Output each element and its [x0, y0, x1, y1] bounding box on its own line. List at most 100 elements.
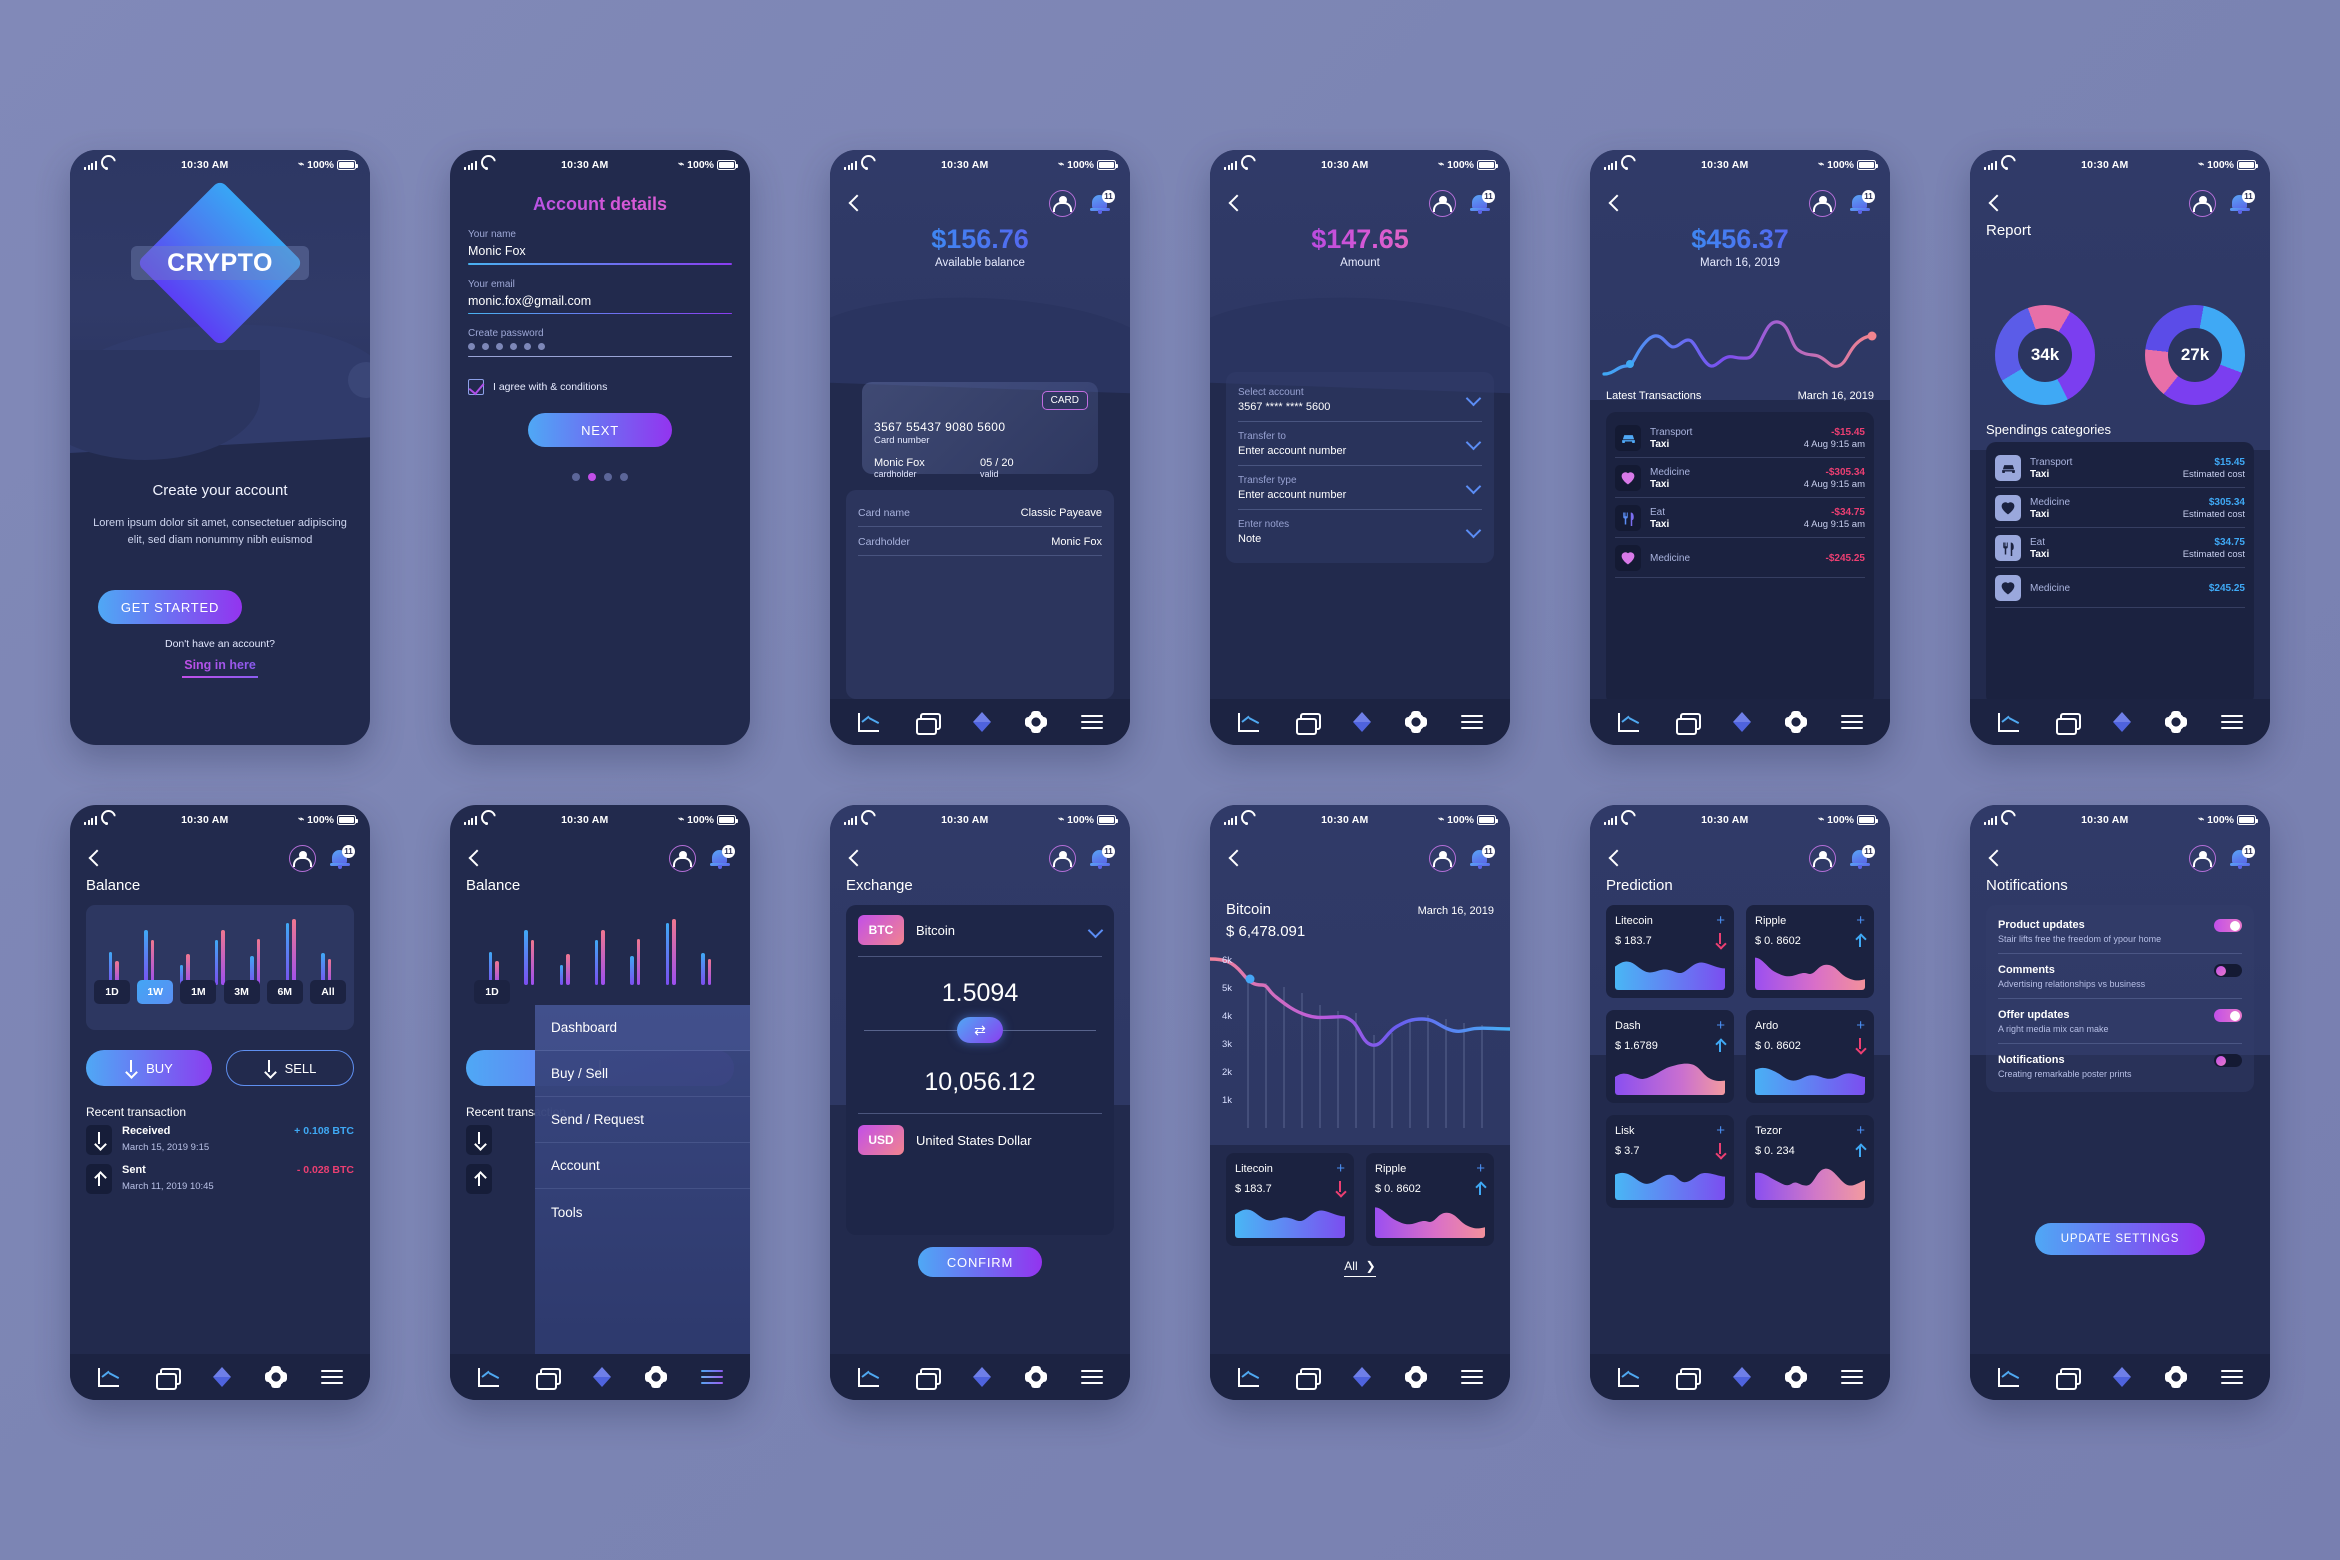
- gear-icon[interactable]: [645, 1366, 667, 1388]
- menu-icon[interactable]: [1841, 1369, 1863, 1385]
- get-started-button[interactable]: GET STARTED: [98, 590, 242, 624]
- avatar[interactable]: [1429, 189, 1456, 217]
- terms-agreement-row[interactable]: I agree with & conditions: [468, 379, 732, 396]
- plus-icon[interactable]: +: [1856, 1123, 1865, 1138]
- cards-icon[interactable]: [1295, 1367, 1321, 1390]
- email-field[interactable]: Your email monic.fox@gmail.com: [468, 279, 732, 315]
- gear-icon[interactable]: [1025, 711, 1047, 733]
- table-row[interactable]: Medicine $245.25: [1995, 568, 2245, 608]
- chart-icon[interactable]: [1237, 712, 1261, 733]
- chart-icon[interactable]: [477, 1367, 501, 1388]
- cards-icon[interactable]: [1295, 712, 1321, 735]
- cards-icon[interactable]: [2055, 1367, 2081, 1390]
- coin-card-ripple[interactable]: Ripple + $ 0. 8602: [1366, 1153, 1494, 1246]
- back-icon[interactable]: [846, 849, 864, 867]
- pager-dot[interactable]: [604, 473, 612, 482]
- menu-icon[interactable]: [1461, 1369, 1483, 1385]
- notifications-bell[interactable]: 11: [1849, 190, 1875, 216]
- transfer-to-field[interactable]: Transfer to Enter account number: [1238, 422, 1482, 466]
- exchange-from-row[interactable]: BTC Bitcoin: [858, 915, 1102, 957]
- cards-icon[interactable]: [915, 1367, 941, 1390]
- onboarding-pager[interactable]: [450, 473, 750, 482]
- ethereum-icon[interactable]: [2113, 711, 2131, 733]
- update-settings-button[interactable]: UPDATE SETTINGS: [2035, 1223, 2205, 1255]
- gear-icon[interactable]: [1785, 1366, 1807, 1388]
- sell-button[interactable]: SELL: [226, 1050, 354, 1086]
- notifications-bell[interactable]: 11: [2229, 845, 2255, 871]
- all-link[interactable]: All ❯: [1344, 1259, 1376, 1277]
- gear-icon[interactable]: [265, 1366, 287, 1388]
- coin-card-lisk[interactable]: Lisk + $ 3.7: [1606, 1115, 1734, 1208]
- table-row[interactable]: Eat $34.75 Taxi Estimated cost: [1995, 528, 2245, 568]
- menu-icon[interactable]: [1461, 714, 1483, 730]
- back-icon[interactable]: [86, 849, 104, 867]
- table-row[interactable]: Transport -$15.45 Taxi 4 Aug 9:15 am: [1615, 418, 1865, 458]
- toggle-offer-updates[interactable]: [2214, 1009, 2242, 1022]
- swap-button[interactable]: ⇄: [957, 1017, 1003, 1043]
- menu-item-tools[interactable]: Tools: [535, 1189, 750, 1235]
- gear-icon[interactable]: [2165, 711, 2187, 733]
- chevron-down-icon[interactable]: [1467, 436, 1480, 449]
- ethereum-icon[interactable]: [2113, 1366, 2131, 1388]
- range-button-6m[interactable]: 6M: [266, 980, 303, 1004]
- avatar[interactable]: [1429, 844, 1456, 872]
- chart-icon[interactable]: [1997, 1367, 2021, 1388]
- gear-icon[interactable]: [1405, 711, 1427, 733]
- plus-icon[interactable]: +: [1336, 1161, 1345, 1176]
- table-row[interactable]: Cardholder Monic Fox: [858, 527, 1102, 556]
- back-icon[interactable]: [1606, 194, 1624, 212]
- chevron-down-icon[interactable]: [1089, 924, 1102, 937]
- plus-icon[interactable]: +: [1476, 1161, 1485, 1176]
- gear-icon[interactable]: [1405, 1366, 1427, 1388]
- chart-icon[interactable]: [97, 1367, 121, 1388]
- table-row[interactable]: Medicine $305.34 Taxi Estimated cost: [1995, 488, 2245, 528]
- menu-item-dashboard[interactable]: Dashboard: [535, 1005, 750, 1051]
- back-icon[interactable]: [1986, 849, 2004, 867]
- ethereum-icon[interactable]: [973, 711, 991, 733]
- back-icon[interactable]: [1226, 849, 1244, 867]
- menu-item-account[interactable]: Account: [535, 1143, 750, 1189]
- pager-dot[interactable]: [620, 473, 628, 482]
- ethereum-icon[interactable]: [1353, 711, 1371, 733]
- ethereum-icon[interactable]: [593, 1366, 611, 1388]
- range-button-1m[interactable]: 1M: [180, 980, 217, 1004]
- exchange-to-amount[interactable]: 10,056.12: [858, 1068, 1102, 1097]
- table-row[interactable]: Eat -$34.75 Taxi 4 Aug 9:15 am: [1615, 498, 1865, 538]
- menu-icon[interactable]: [1081, 1369, 1103, 1385]
- notifications-bell[interactable]: 11: [1849, 845, 1875, 871]
- notes-field[interactable]: Enter notes Note: [1238, 510, 1482, 553]
- range-button-1d[interactable]: 1D: [474, 980, 510, 1004]
- range-button-1w[interactable]: 1W: [137, 980, 174, 1004]
- plus-icon[interactable]: +: [1856, 1018, 1865, 1033]
- range-button-1d[interactable]: 1D: [94, 980, 130, 1004]
- notifications-bell[interactable]: 11: [709, 845, 735, 871]
- notifications-bell[interactable]: 11: [1469, 190, 1495, 216]
- chart-icon[interactable]: [1237, 1367, 1261, 1388]
- plus-icon[interactable]: +: [1716, 913, 1725, 928]
- sign-in-link[interactable]: Sing in here: [184, 658, 256, 675]
- pager-dot[interactable]: [572, 473, 580, 482]
- next-button[interactable]: NEXT: [528, 413, 672, 448]
- menu-icon[interactable]: [1841, 714, 1863, 730]
- table-row[interactable]: Medicine -$245.25: [1615, 538, 1865, 578]
- toggle-notifications[interactable]: [2214, 1054, 2242, 1067]
- coin-card-tezor[interactable]: Tezor + $ 0. 234: [1746, 1115, 1874, 1208]
- ethereum-icon[interactable]: [213, 1366, 231, 1388]
- chart-icon[interactable]: [1617, 712, 1641, 733]
- chevron-down-icon[interactable]: [1467, 392, 1480, 405]
- exchange-to-row[interactable]: USD United States Dollar: [858, 1113, 1102, 1155]
- terms-checkbox[interactable]: [468, 379, 484, 396]
- menu-icon[interactable]: [2221, 714, 2243, 730]
- avatar[interactable]: [2189, 844, 2216, 872]
- transfer-type-field[interactable]: Transfer type Enter account number: [1238, 466, 1482, 510]
- back-icon[interactable]: [1226, 194, 1244, 212]
- notifications-bell[interactable]: 11: [1089, 845, 1115, 871]
- exchange-from-amount[interactable]: 1.5094: [858, 979, 1102, 1008]
- range-button-3m[interactable]: 3M: [223, 980, 260, 1004]
- chart-icon[interactable]: [1997, 712, 2021, 733]
- coin-card-litecoin[interactable]: Litecoin + $ 183.7: [1606, 905, 1734, 998]
- plus-icon[interactable]: +: [1856, 913, 1865, 928]
- ethereum-icon[interactable]: [1733, 711, 1751, 733]
- avatar[interactable]: [669, 844, 696, 872]
- cards-icon[interactable]: [915, 712, 941, 735]
